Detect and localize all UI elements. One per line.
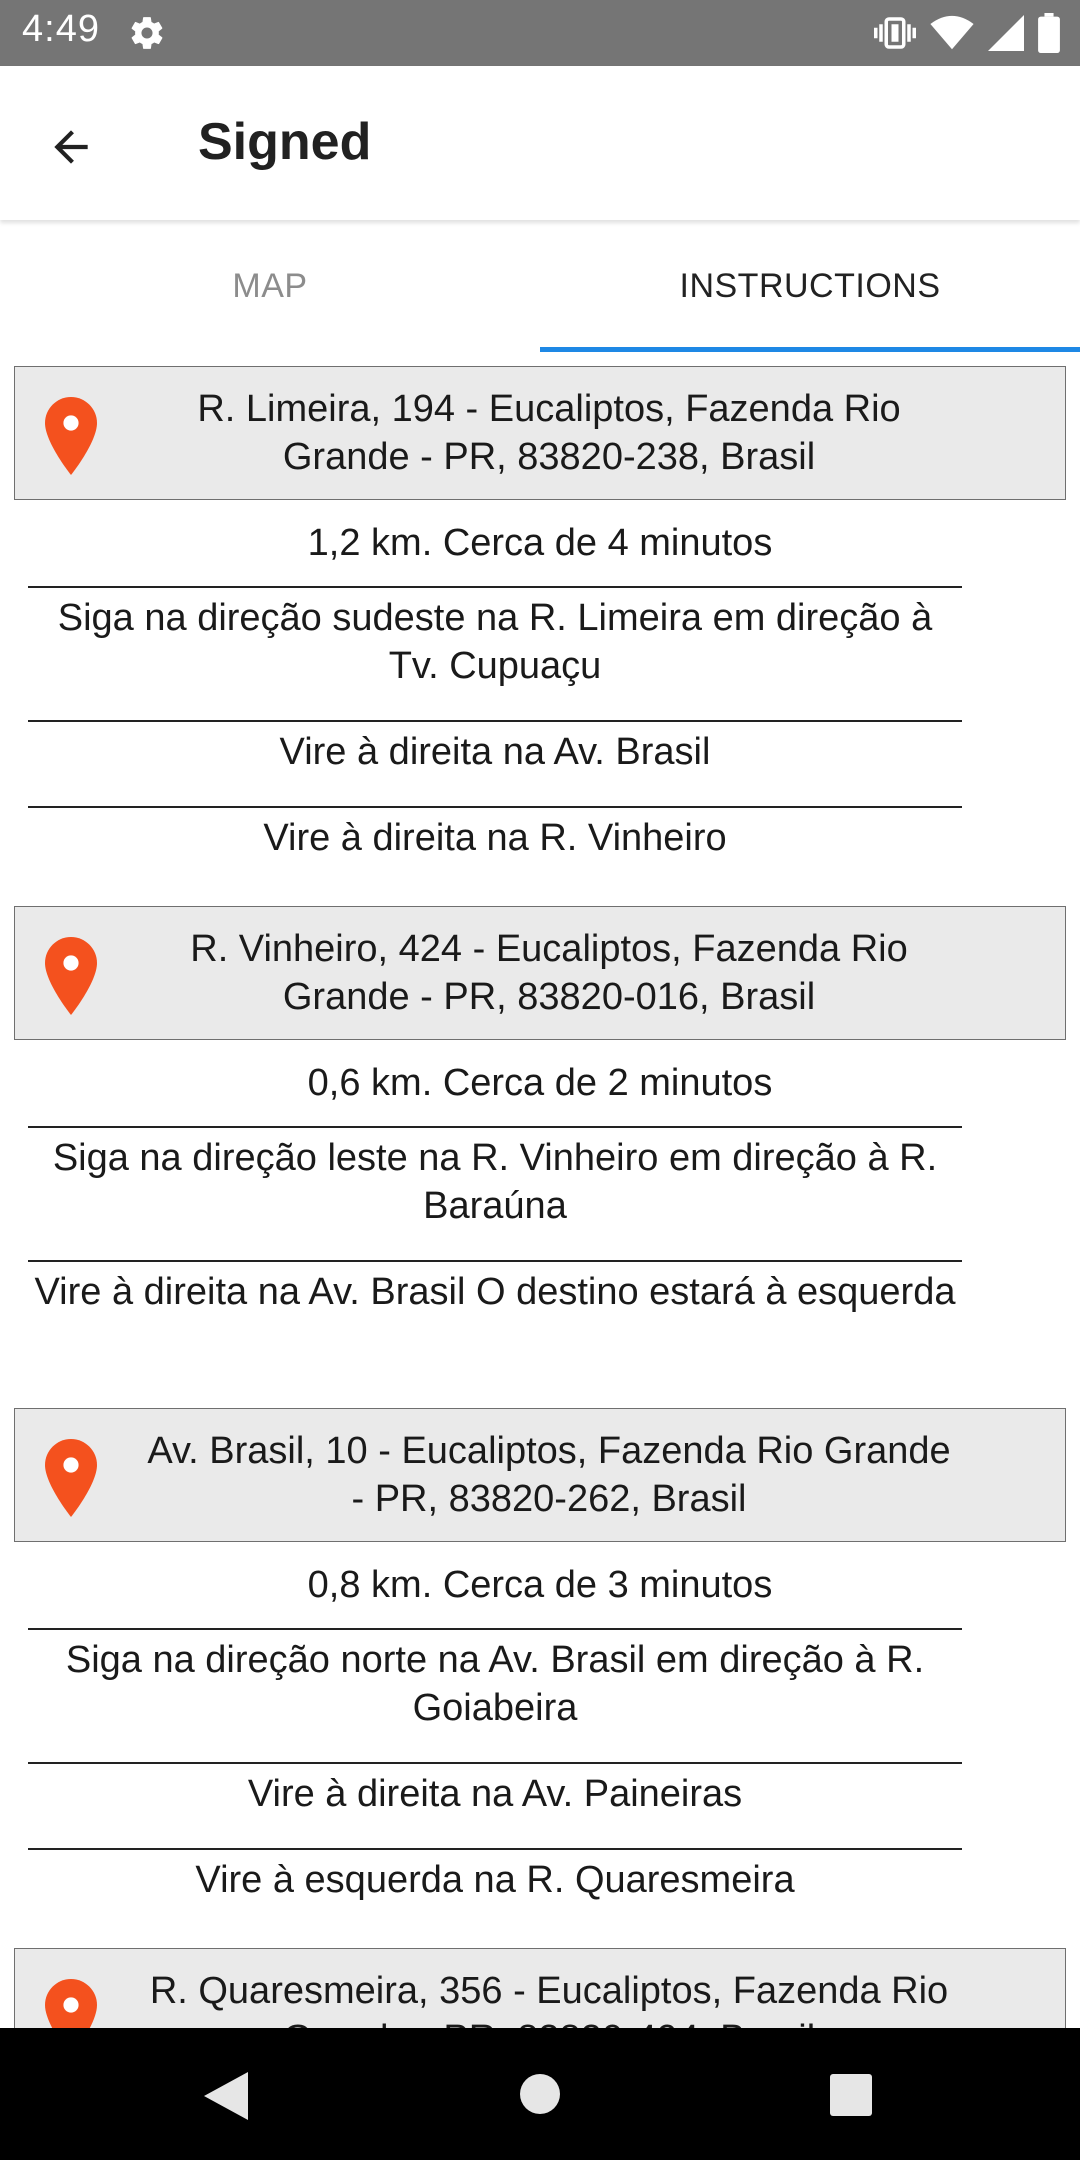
nav-recents-icon[interactable] bbox=[830, 2074, 872, 2116]
page-title: Signed bbox=[198, 113, 372, 171]
screen: 4:49 Signed MAP INSTRUCTIONS R. Limeira,… bbox=[0, 0, 1080, 2160]
map-pin-icon bbox=[45, 1979, 97, 2028]
waypoint-card: R. Quaresmeira, 356 - Eucaliptos, Fazend… bbox=[14, 1948, 1066, 2028]
system-nav-bar bbox=[0, 2028, 1080, 2160]
settings-gear-icon bbox=[131, 17, 163, 49]
nav-back-icon[interactable] bbox=[204, 2072, 248, 2120]
waypoint-card: R. Vinheiro, 424 - Eucaliptos, Fazenda R… bbox=[14, 906, 1066, 1040]
battery-icon bbox=[1038, 13, 1060, 53]
tab-bar: MAP INSTRUCTIONS bbox=[0, 220, 1080, 352]
status-bar: 4:49 bbox=[0, 0, 1080, 66]
back-button[interactable] bbox=[34, 110, 108, 184]
waypoint-card: R. Limeira, 194 - Eucaliptos, Fazenda Ri… bbox=[14, 366, 1066, 500]
app-bar: Signed bbox=[0, 66, 1080, 220]
leg-summary: 1,2 km. Cerca de 4 minutos bbox=[307, 522, 773, 564]
status-icons bbox=[874, 10, 1060, 56]
waypoint-address: R. Quaresmeira, 356 - Eucaliptos, Fazend… bbox=[149, 1970, 949, 2028]
waypoint-address: R. Limeira, 194 - Eucaliptos, Fazenda Ri… bbox=[197, 388, 901, 478]
instruction-step: Vire à direita na Av. Paineiras bbox=[28, 1762, 962, 1848]
leg-summary: 0,8 km. Cerca de 3 minutos bbox=[307, 1564, 773, 1606]
instruction-step: Siga na direção norte na Av. Brasil em d… bbox=[28, 1628, 962, 1762]
status-time: 4:49 bbox=[22, 8, 100, 50]
map-pin-icon bbox=[45, 937, 97, 1015]
cellular-signal-icon bbox=[988, 15, 1024, 51]
vibrate-icon bbox=[874, 17, 916, 49]
waypoint-address: R. Vinheiro, 424 - Eucaliptos, Fazenda R… bbox=[190, 928, 908, 1018]
waypoint-card: Av. Brasil, 10 - Eucaliptos, Fazenda Rio… bbox=[14, 1408, 1066, 1542]
map-pin-icon bbox=[45, 1439, 97, 1517]
wifi-icon bbox=[930, 15, 974, 50]
waypoint-address: Av. Brasil, 10 - Eucaliptos, Fazenda Rio… bbox=[147, 1430, 951, 1520]
tab-instructions[interactable]: INSTRUCTIONS bbox=[540, 220, 1080, 352]
instructions-list[interactable]: R. Limeira, 194 - Eucaliptos, Fazenda Ri… bbox=[0, 352, 1080, 2028]
instruction-step: Vire à esquerda na R. Quaresmeira bbox=[28, 1848, 962, 1934]
instruction-step: Vire à direita na Av. Brasil bbox=[28, 720, 962, 806]
instruction-step: Siga na direção leste na R. Vinheiro em … bbox=[28, 1126, 962, 1260]
leg-summary: 0,6 km. Cerca de 2 minutos bbox=[307, 1062, 773, 1104]
instruction-step: Siga na direção sudeste na R. Limeira em… bbox=[28, 586, 962, 720]
instruction-step: Vire à direita na Av. Brasil O destino e… bbox=[28, 1260, 962, 1394]
tab-map[interactable]: MAP bbox=[0, 220, 540, 352]
arrow-back-icon bbox=[54, 130, 88, 164]
map-pin-icon bbox=[45, 397, 97, 475]
nav-home-icon[interactable] bbox=[520, 2074, 560, 2114]
instruction-step: Vire à direita na R. Vinheiro bbox=[28, 806, 962, 892]
